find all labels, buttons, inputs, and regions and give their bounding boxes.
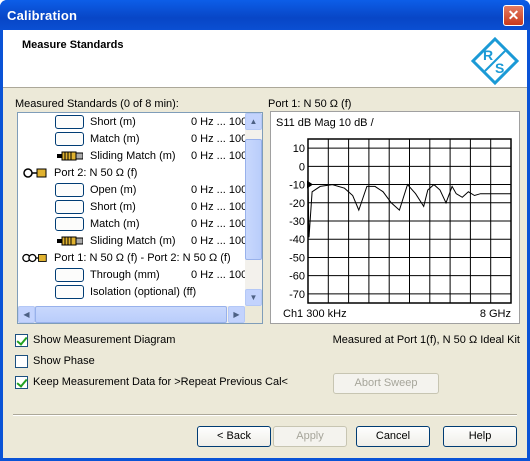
button-separator bbox=[13, 414, 517, 416]
standards-list[interactable]: Short (m) 0 Hz ... 100 Match (m) 0 Hz ... 1… bbox=[17, 112, 263, 324]
show-diagram-checkbox[interactable] bbox=[15, 334, 28, 347]
diagram-start-frequency: Ch1 300 kHz bbox=[283, 308, 347, 320]
list-item[interactable]: Match (m) 0 Hz ... 100 bbox=[18, 131, 248, 148]
standard-button[interactable] bbox=[55, 200, 84, 214]
list-item[interactable]: Sliding Match (m) 0 Hz ... 100 bbox=[18, 233, 248, 250]
back-button[interactable]: < Back bbox=[197, 426, 271, 447]
svg-text:S: S bbox=[495, 60, 504, 76]
sliding-match-icon bbox=[57, 236, 83, 246]
scroll-right-button[interactable]: ▶ bbox=[228, 306, 245, 323]
standard-button[interactable] bbox=[55, 183, 84, 197]
reference-marker bbox=[307, 180, 313, 189]
show-diagram-label[interactable]: Show Measurement Diagram bbox=[33, 334, 175, 346]
list-item-label: Port 2: N 50 Ω (f) bbox=[54, 167, 138, 179]
list-item[interactable]: Short (m) 0 Hz ... 100 bbox=[18, 199, 248, 216]
y-tick-label: 0 bbox=[299, 161, 305, 173]
list-item-label: Sliding Match (m) bbox=[90, 150, 176, 162]
scroll-corner bbox=[245, 306, 262, 323]
measured-standards-label: Measured Standards (0 of 8 min): bbox=[15, 98, 179, 110]
list-item-label: Short (m) bbox=[90, 201, 136, 213]
list-item[interactable]: Open (m) 0 Hz ... 100 bbox=[18, 182, 248, 199]
list-item-frequency: 0 Hz ... 100 bbox=[191, 201, 248, 213]
standard-button[interactable] bbox=[55, 217, 84, 231]
rohde-schwarz-logo-icon: R S bbox=[471, 37, 519, 85]
y-tick-label: -40 bbox=[289, 234, 305, 246]
scroll-down-button[interactable]: ▼ bbox=[245, 289, 262, 306]
window-title: Calibration bbox=[7, 8, 78, 23]
measured-at-text: Measured at Port 1(f), N 50 Ω Ideal Kit bbox=[332, 334, 520, 346]
list-item-frequency: 0 Hz ... 100 bbox=[191, 150, 248, 162]
show-phase-checkbox[interactable] bbox=[15, 355, 28, 368]
standard-button[interactable] bbox=[55, 268, 84, 282]
through-connector-icon bbox=[22, 253, 47, 263]
list-item[interactable]: Port 1: N 50 Ω (f) - Port 2: N 50 Ω (f) bbox=[18, 250, 248, 267]
list-item-label: Open (m) bbox=[90, 184, 137, 196]
sliding-match-icon bbox=[57, 151, 83, 161]
port-connector-icon bbox=[23, 168, 47, 178]
scroll-up-button[interactable]: ▲ bbox=[245, 113, 262, 130]
standard-button[interactable] bbox=[55, 285, 84, 299]
list-item[interactable]: Port 2: N 50 Ω (f) bbox=[18, 165, 248, 182]
y-tick-label: -50 bbox=[289, 252, 305, 264]
dialog-body: Measure Standards R S Measured Standards… bbox=[3, 30, 527, 458]
list-item[interactable]: Sliding Match (m) 0 Hz ... 100 bbox=[18, 148, 248, 165]
list-item-frequency: 0 Hz ... 100 bbox=[191, 133, 248, 145]
y-tick-label: -60 bbox=[289, 271, 305, 283]
scroll-left-button[interactable]: ◀ bbox=[18, 306, 35, 323]
abort-sweep-button[interactable]: Abort Sweep bbox=[333, 373, 439, 394]
apply-button[interactable]: Apply bbox=[273, 426, 347, 447]
horizontal-scrollbar[interactable]: ◀ ▶ bbox=[18, 306, 245, 323]
y-tick-label: 10 bbox=[293, 143, 305, 155]
standard-button[interactable] bbox=[55, 132, 84, 146]
vertical-scrollbar[interactable]: ▲ ▼ bbox=[245, 113, 262, 306]
list-item[interactable]: Isolation (optional) (ff) bbox=[18, 284, 248, 301]
standard-button[interactable] bbox=[55, 115, 84, 129]
title-bar[interactable]: Calibration ✕ bbox=[0, 0, 530, 30]
diagram-stop-frequency: 8 GHz bbox=[479, 308, 511, 320]
list-item-frequency: 0 Hz ... 100 bbox=[191, 218, 248, 230]
list-item-frequency: 0 Hz ... 100 bbox=[191, 269, 248, 281]
help-button[interactable]: Help bbox=[443, 426, 517, 447]
list-item-label: Port 1: N 50 Ω (f) - Port 2: N 50 Ω (f) bbox=[54, 252, 231, 264]
horizontal-scroll-thumb[interactable] bbox=[35, 306, 227, 323]
y-tick-label: -30 bbox=[289, 216, 305, 228]
svg-text:R: R bbox=[483, 47, 493, 63]
page-title: Measure Standards bbox=[22, 39, 124, 51]
wizard-header: Measure Standards R S bbox=[3, 30, 527, 88]
y-tick-label: -10 bbox=[289, 180, 305, 192]
y-tick-label: -20 bbox=[289, 198, 305, 210]
measurement-diagram: S11 dB Mag 10 dB / 10 0 -10 -20 -30 -40 -50 -60… bbox=[270, 111, 520, 324]
list-item-frequency: 0 Hz ... 100 bbox=[191, 116, 248, 128]
list-item[interactable]: Match (m) 0 Hz ... 100 bbox=[18, 216, 248, 233]
list-item-label: Through (mm) bbox=[90, 269, 160, 281]
list-item[interactable]: Short (m) 0 Hz ... 100 bbox=[18, 114, 248, 131]
close-button[interactable]: ✕ bbox=[503, 5, 524, 26]
list-item-frequency: 0 Hz ... 100 bbox=[191, 235, 248, 247]
list-item[interactable]: Through (mm) 0 Hz ... 100 bbox=[18, 267, 248, 284]
show-phase-label[interactable]: Show Phase bbox=[33, 355, 95, 367]
cancel-button[interactable]: Cancel bbox=[356, 426, 430, 447]
list-item-label: Match (m) bbox=[90, 133, 140, 145]
list-item-label: Match (m) bbox=[90, 218, 140, 230]
diagram-port-label: Port 1: N 50 Ω (f) bbox=[268, 98, 352, 110]
list-item-label: Isolation (optional) (ff) bbox=[90, 286, 197, 298]
list-item-frequency: 0 Hz ... 100 bbox=[191, 184, 248, 196]
y-tick-label: -70 bbox=[289, 289, 305, 301]
vertical-scroll-thumb[interactable] bbox=[245, 139, 262, 260]
calibration-window: Calibration ✕ Measure Standards R S Meas… bbox=[0, 0, 530, 461]
keep-data-label[interactable]: Keep Measurement Data for >Repeat Previo… bbox=[33, 376, 288, 388]
list-item-label: Short (m) bbox=[90, 116, 136, 128]
list-item-label: Sliding Match (m) bbox=[90, 235, 176, 247]
keep-data-checkbox[interactable] bbox=[15, 376, 28, 389]
s11-chart: 10 0 -10 -20 -30 -40 -50 -60 -70 bbox=[289, 138, 512, 304]
